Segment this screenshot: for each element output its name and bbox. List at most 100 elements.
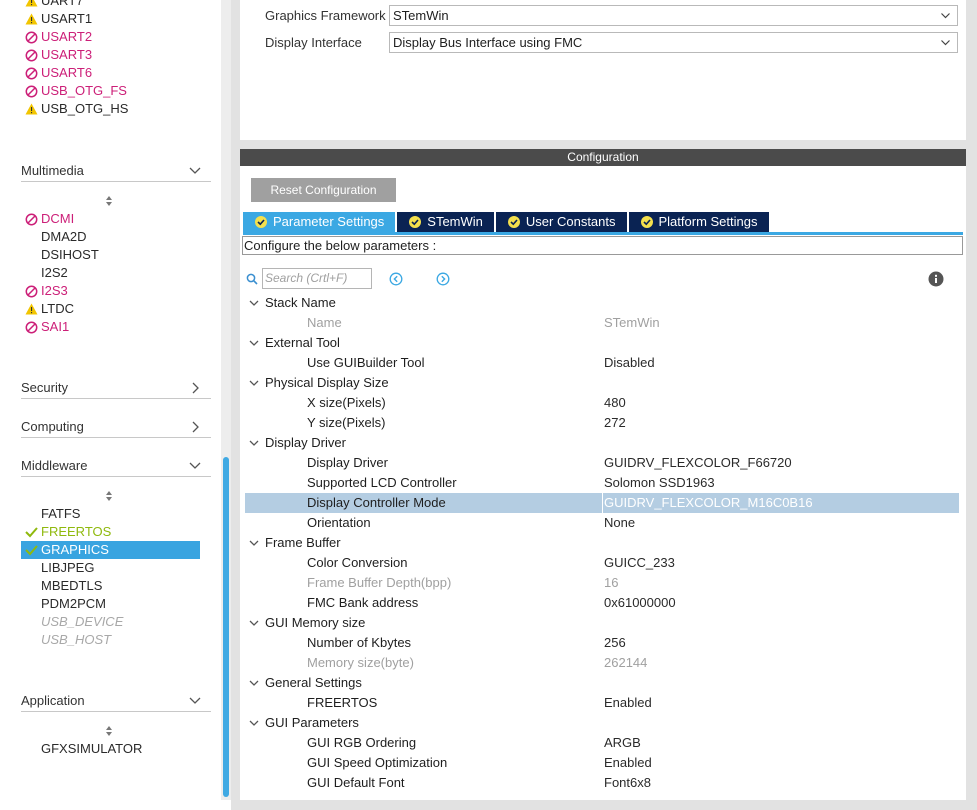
chevron-down-icon[interactable] [248, 613, 260, 633]
parameter-group[interactable]: External Tool [245, 333, 959, 353]
info-icon[interactable] [928, 271, 944, 287]
reset-configuration-button[interactable]: Reset Configuration [251, 178, 396, 202]
category-security[interactable]: Security [21, 377, 211, 399]
chevron-down-icon[interactable] [248, 373, 260, 393]
parameter-value[interactable]: 256 [604, 633, 626, 653]
category-multimedia[interactable]: Multimedia [21, 160, 211, 182]
chevron-down-icon[interactable] [248, 333, 260, 353]
sort-icon[interactable] [104, 725, 114, 737]
display-interface-select[interactable]: Display Bus Interface using FMC [389, 32, 958, 53]
sidebar-item-usb-device[interactable]: USB_DEVICE [41, 613, 123, 631]
sidebar-item-i2s3[interactable]: I2S3 [21, 282, 68, 300]
parameter-group[interactable]: Display Driver [245, 433, 959, 453]
parameter-value[interactable]: GUIDRV_FLEXCOLOR_F66720 [604, 453, 792, 473]
sidebar-item-fatfs[interactable]: FATFS [41, 505, 80, 523]
parameter-row[interactable]: Use GUIBuilder Tool Disabled [245, 353, 959, 373]
parameter-value[interactable]: 480 [604, 393, 626, 413]
parameter-row[interactable]: GUI RGB Ordering ARGB [245, 733, 959, 753]
category-computing[interactable]: Computing [21, 416, 211, 438]
category-middleware[interactable]: Middleware [21, 455, 211, 477]
chevron-down-icon[interactable] [248, 433, 260, 453]
chevron-down-icon [189, 160, 201, 189]
disabled-icon [23, 84, 39, 98]
sidebar-item-usb-otg-fs[interactable]: USB_OTG_FS [21, 82, 127, 100]
chevron-down-icon[interactable] [248, 293, 260, 313]
group-name: Stack Name [265, 295, 336, 310]
sidebar-item-uart7[interactable]: UART7 [21, 0, 83, 10]
sidebar-item-freertos[interactable]: FREERTOS [21, 523, 111, 541]
sidebar-item-dcmi[interactable]: DCMI [21, 210, 74, 228]
parameter-value[interactable]: GUICC_233 [604, 553, 675, 573]
parameter-row[interactable]: X size(Pixels) 480 [245, 393, 959, 413]
parameter-group[interactable]: GUI Memory size [245, 613, 959, 633]
parameter-row[interactable]: Y size(Pixels) 272 [245, 413, 959, 433]
parameter-value[interactable]: Font6x8 [604, 773, 651, 793]
parameter-value[interactable]: Enabled [604, 753, 652, 773]
sidebar-item-usb-otg-hs[interactable]: USB_OTG_HS [21, 100, 128, 118]
sidebar-item-sai1[interactable]: SAI1 [21, 318, 69, 336]
parameter-value[interactable]: ARGB [604, 733, 641, 753]
parameter-group[interactable]: Physical Display Size [245, 373, 959, 393]
parameter-row[interactable]: GUI Speed Optimization Enabled [245, 753, 959, 773]
sidebar-item-usart1[interactable]: USART1 [21, 10, 92, 28]
check-circle-icon [640, 216, 653, 228]
chevron-down-icon [189, 455, 201, 484]
sidebar-item-dsihost[interactable]: DSIHOST [41, 246, 99, 264]
tab-platform-settings[interactable]: Platform Settings [628, 212, 769, 232]
sidebar-item-usart2[interactable]: USART2 [21, 28, 92, 46]
parameter-value[interactable]: Solomon SSD1963 [604, 473, 715, 493]
parameter-value[interactable]: GUIDRV_FLEXCOLOR_M16C0B16 [604, 493, 813, 513]
parameter-row[interactable]: Color Conversion GUICC_233 [245, 553, 959, 573]
sidebar-item-label: DSIHOST [41, 247, 99, 262]
parameter-row[interactable]: Display Controller Mode GUIDRV_FLEXCOLOR_… [245, 493, 959, 513]
sort-icon[interactable] [104, 195, 114, 207]
sidebar-item-dma2d[interactable]: DMA2D [41, 228, 87, 246]
parameter-group[interactable]: Frame Buffer [245, 533, 959, 553]
sidebar-item-usb-host[interactable]: USB_HOST [41, 631, 111, 649]
sidebar-item-label: SAI1 [41, 319, 70, 334]
parameter-group[interactable]: General Settings [245, 673, 959, 693]
parameter-row[interactable]: Supported LCD Controller Solomon SSD1963 [245, 473, 959, 493]
graphics-framework-select[interactable]: STemWin [389, 5, 958, 26]
sidebar-scrollbar-thumb[interactable] [223, 457, 229, 797]
panel-splitter[interactable] [240, 140, 966, 149]
sidebar-item-graphics[interactable]: GRAPHICS [21, 541, 200, 559]
search-previous-icon[interactable] [389, 272, 403, 286]
chevron-down-icon[interactable] [248, 673, 260, 693]
search-next-icon[interactable] [436, 272, 450, 286]
parameter-row[interactable]: GUI Default Font Font6x8 [245, 773, 959, 793]
parameter-row[interactable]: FREERTOS Enabled [245, 693, 959, 713]
sidebar-item-label: USART2 [41, 29, 93, 44]
tab-parameter-settings[interactable]: Parameter Settings [243, 212, 396, 232]
parameter-row[interactable]: Number of Kbytes 256 [245, 633, 959, 653]
sidebar-item-usart6[interactable]: USART6 [21, 64, 92, 82]
parameter-value[interactable]: 0x61000000 [604, 593, 676, 613]
parameter-group[interactable]: GUI Parameters [245, 713, 959, 733]
parameter-row[interactable]: Orientation None [245, 513, 959, 533]
sidebar-item-gfxsimulator[interactable]: GFXSIMULATOR [41, 740, 142, 758]
sidebar-item-mbedtls[interactable]: MBEDTLS [41, 577, 102, 595]
warning-icon [23, 102, 39, 116]
sidebar-item-pdm2pcm[interactable]: PDM2PCM [41, 595, 106, 613]
sidebar-item-usart3[interactable]: USART3 [21, 46, 92, 64]
chevron-down-icon[interactable] [248, 713, 260, 733]
sidebar-item-i2s2[interactable]: I2S2 [41, 264, 68, 282]
category-application[interactable]: Application [21, 690, 211, 712]
tab-user-constants[interactable]: User Constants [495, 212, 627, 232]
parameter-value[interactable]: 272 [604, 413, 626, 433]
tab-stemwin[interactable]: STemWin [397, 212, 494, 232]
sidebar-item-libjpeg[interactable]: LIBJPEG [41, 559, 94, 577]
parameter-value[interactable]: Enabled [604, 693, 652, 713]
group-name: Display Driver [265, 435, 346, 450]
parameter-row[interactable]: Display Driver GUIDRV_FLEXCOLOR_F66720 [245, 453, 959, 473]
parameter-row[interactable]: FMC Bank address 0x61000000 [245, 593, 959, 613]
sidebar-item-ltdc[interactable]: LTDC [21, 300, 74, 318]
panel-divider[interactable] [231, 0, 240, 810]
sort-icon[interactable] [104, 490, 114, 502]
parameter-value[interactable]: Disabled [604, 353, 655, 373]
chevron-down-icon[interactable] [248, 533, 260, 553]
search-input[interactable]: Search (Crtl+F) [262, 268, 372, 289]
parameter-value[interactable]: None [604, 513, 635, 533]
column-separator [602, 493, 603, 513]
parameter-group[interactable]: Stack Name [245, 293, 959, 313]
